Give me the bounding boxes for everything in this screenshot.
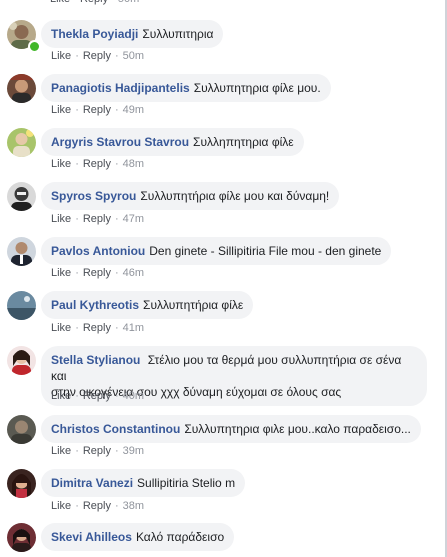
timestamp[interactable]: 41m (123, 322, 144, 334)
timestamp[interactable]: 49m (123, 104, 144, 116)
comment-actions: Like · Reply · 38m (51, 500, 144, 512)
comment-actions: Like · Reply · 39m (51, 445, 144, 457)
separator: · (75, 104, 79, 116)
like-link[interactable]: Like (51, 500, 71, 512)
timestamp[interactable]: 40m (123, 390, 144, 402)
reply-link[interactable]: Reply (83, 390, 111, 402)
avatar[interactable] (7, 291, 36, 320)
separator: · (114, 322, 119, 334)
like-link[interactable]: Like (51, 445, 71, 457)
reply-link[interactable]: Reply (83, 500, 111, 512)
timestamp[interactable]: 47m (123, 213, 144, 225)
comment-bubble: Christos Constantinou Συλλυπητηρια φιλε … (41, 415, 421, 443)
comment-author[interactable]: Christos Constantinou (51, 421, 180, 437)
comment-bubble: Paul Kythreotis Συλλυπητήρια φίλε (41, 291, 254, 319)
like-link[interactable]: Like (51, 158, 71, 170)
comment-text: Συλλυπητήρια φίλε μου και δύναμη! (140, 189, 330, 203)
separator: · (114, 158, 119, 170)
separator: · (75, 213, 79, 225)
online-status-indicator (28, 40, 41, 53)
separator: · (75, 50, 79, 62)
comment-bubble: Pavlos Antoniou Den ginete - Sillipitiri… (41, 237, 392, 265)
separator: · (75, 267, 79, 279)
previous-comment-actions: Like · Reply · 50m (50, 0, 139, 5)
like-link[interactable]: Like (51, 322, 71, 334)
comment-actions: Like · Reply · 50m (51, 50, 144, 62)
like-link[interactable]: Like (51, 213, 71, 225)
comment-text: Συλλυπητηρια φίλε μου. (193, 81, 321, 95)
comment-text: Sullipitiria Stelio m (137, 476, 236, 490)
separator: · (75, 445, 79, 457)
comment-author[interactable]: Dimitra Vanezi (51, 475, 133, 491)
comment-bubble: Argyris Stavrou Stavrou Συλληπητηρια φίλ… (41, 128, 304, 156)
reply-link[interactable]: Reply (83, 158, 111, 170)
separator: · (75, 390, 79, 402)
separator: · (75, 322, 79, 334)
comment-bubble: Spyros Spyrou Συλλυπητήρια φίλε μου και … (41, 182, 340, 210)
comment-author[interactable]: Skevi Ahilleos (51, 529, 132, 545)
separator: · (114, 267, 119, 279)
separator: · (114, 445, 119, 457)
comment-text: Συλλυπητήρια φίλε (143, 298, 244, 312)
timestamp[interactable]: 48m (123, 158, 144, 170)
avatar[interactable] (7, 237, 36, 266)
comment-actions: Like · Reply · 48m (51, 158, 144, 170)
comment-author[interactable]: Paul Kythreotis (51, 297, 139, 313)
separator: · (73, 0, 77, 5)
comment-text: Καλό παράδεισο (135, 530, 225, 544)
comment-text: Συλλυπιτηρια (142, 27, 214, 41)
separator: · (114, 500, 119, 512)
comment-actions: Like · Reply · 40m (51, 390, 144, 402)
comment-text: Συλλυπητηρια φιλε μου..καλο παραδεισο... (184, 422, 411, 436)
comment-author[interactable]: Thekla Poyiadji (51, 26, 138, 42)
comment-author[interactable]: Stella Stylianou (51, 353, 140, 367)
like-link[interactable]: Like (51, 390, 71, 402)
avatar[interactable] (7, 182, 36, 211)
comment-bubble: Dimitra Vanezi Sullipitiria Stelio m (41, 469, 246, 497)
reply-link[interactable]: Reply (83, 50, 111, 62)
comment-author[interactable]: Spyros Spyrou (51, 188, 136, 204)
comment-author[interactable]: Pavlos Antoniou (51, 243, 145, 259)
timestamp[interactable]: 50m (118, 0, 139, 5)
like-link[interactable]: Like (51, 267, 71, 279)
separator: · (111, 0, 115, 5)
avatar[interactable] (7, 469, 36, 498)
separator: · (75, 500, 79, 512)
avatar[interactable] (7, 523, 36, 552)
comment-actions: Like · Reply · 47m (51, 213, 144, 225)
comments-thread: Like · Reply · 50m Thekla Poyiadji Συλλυ… (0, 0, 447, 557)
timestamp[interactable]: 46m (123, 267, 144, 279)
separator: · (75, 158, 79, 170)
reply-link[interactable]: Reply (83, 322, 111, 334)
comment-bubble: Thekla Poyiadji Συλλυπιτηρια (41, 20, 224, 48)
comment-bubble: Panagiotis Hadjipantelis Συλλυπητηρια φί… (41, 74, 331, 102)
reply-link[interactable]: Reply (83, 267, 111, 279)
reply-link[interactable]: Reply (83, 104, 111, 116)
comment-actions: Like · Reply · 41m (51, 322, 144, 334)
comment-bubble: Skevi Ahilleos Καλό παράδεισο (41, 523, 235, 551)
comment-author[interactable]: Panagiotis Hadjipantelis (51, 80, 190, 96)
timestamp[interactable]: 38m (123, 500, 144, 512)
separator: · (114, 213, 119, 225)
like-link[interactable]: Like (51, 104, 71, 116)
timestamp[interactable]: 50m (123, 50, 144, 62)
like-link[interactable]: Like (51, 50, 71, 62)
separator: · (114, 104, 119, 116)
avatar[interactable] (7, 128, 36, 157)
comment-text: Συλληπητηρια φίλε (193, 135, 294, 149)
separator: · (114, 50, 119, 62)
reply-link[interactable]: Reply (83, 445, 111, 457)
reply-link[interactable]: Reply (83, 213, 111, 225)
comment-actions: Like · Reply · 49m (51, 104, 144, 116)
separator: · (114, 390, 119, 402)
comment-text: Den ginete - Sillipitiria File mou - den… (149, 244, 382, 258)
timestamp[interactable]: 39m (123, 445, 144, 457)
avatar[interactable] (7, 415, 36, 444)
avatar[interactable] (7, 346, 36, 375)
comment-actions: Like · Reply · 46m (51, 267, 144, 279)
reply-link[interactable]: Reply (80, 0, 108, 5)
like-link[interactable]: Like (50, 0, 70, 5)
avatar[interactable] (7, 74, 36, 103)
comment-author[interactable]: Argyris Stavrou Stavrou (51, 134, 189, 150)
